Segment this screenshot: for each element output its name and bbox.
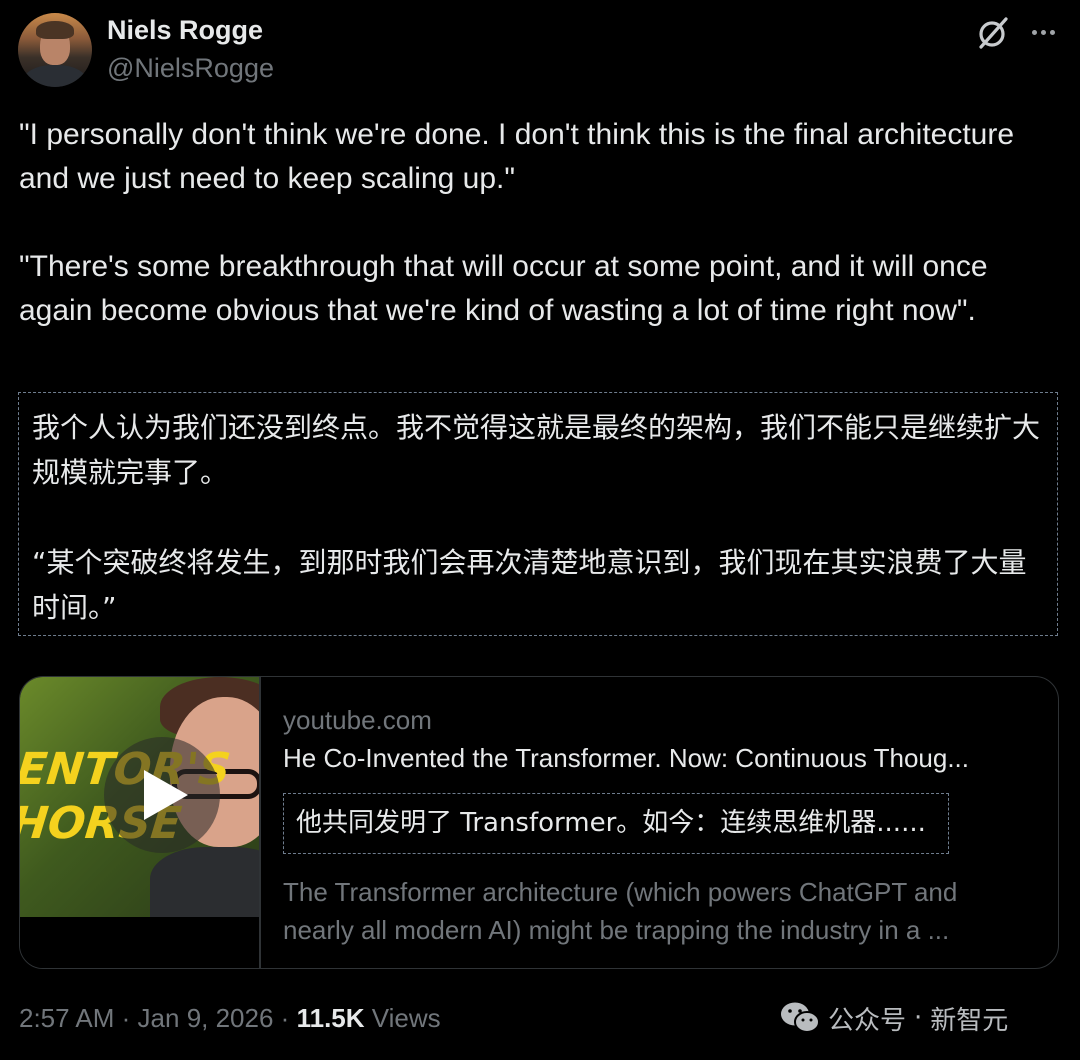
grok-icon[interactable]	[975, 15, 1011, 51]
watermark-dot: ·	[914, 1003, 923, 1033]
wechat-icon	[781, 1002, 820, 1033]
translation-box: 我个人认为我们还没到终点。我不觉得这就是最终的架构，我们不能只是继续扩大规模就完…	[18, 392, 1058, 636]
link-card[interactable]: ENTOR'S HORSE youtube.com He Co-Invented…	[19, 676, 1059, 969]
card-description: The Transformer architecture (which powe…	[283, 873, 1043, 949]
card-divider	[259, 677, 261, 968]
views-count: 11.5K	[296, 1003, 365, 1033]
author-display-name[interactable]: Niels Rogge	[107, 15, 263, 46]
meta-separator: ·	[280, 1003, 290, 1033]
watermark-account-type: 公众号	[828, 1005, 907, 1036]
tweet-time[interactable]: 2:57 AM	[19, 1003, 114, 1033]
translation-paragraph-2: “某个突破终将发生，到那时我们会再次清楚地意识到，我们现在其实浪费了大量时间。”	[32, 546, 1027, 624]
thumbnail-shirt	[150, 847, 259, 917]
tweet-text: "I personally don't think we're done. I …	[19, 113, 1059, 333]
views-label: Views	[371, 1003, 441, 1033]
tweet-paragraph-1: "I personally don't think we're done. I …	[19, 118, 1015, 195]
avatar[interactable]	[18, 13, 92, 87]
play-button[interactable]	[104, 737, 220, 853]
avatar-shoulders	[22, 65, 88, 87]
translation-paragraph-1: 我个人认为我们还没到终点。我不觉得这就是最终的架构，我们不能只是继续扩大规模就完…	[32, 411, 1041, 489]
author-handle[interactable]: @NielsRogge	[107, 53, 274, 84]
tweet-paragraph-2: "There's some breakthrough that will occ…	[19, 250, 988, 327]
meta-separator: ·	[121, 1003, 131, 1033]
more-icon[interactable]	[1027, 18, 1059, 46]
card-title-translation: 他共同发明了 Transformer。如今：连续思维机器......	[283, 793, 949, 854]
card-domain: youtube.com	[283, 705, 432, 735]
play-icon	[144, 770, 188, 820]
card-title[interactable]: He Co-Invented the Transformer. Now: Con…	[283, 743, 1043, 774]
card-description-line-1: The Transformer architecture (which powe…	[283, 877, 958, 907]
watermark-name: 新智元	[930, 1005, 1009, 1036]
watermark: 公众号 · 新智元	[780, 998, 1008, 1038]
card-description-line-2: nearly all modern AI) might be trapping …	[283, 915, 950, 945]
video-thumbnail[interactable]: ENTOR'S HORSE	[20, 677, 259, 917]
avatar-hair	[36, 21, 74, 39]
tweet-meta: 2:57 AM · Jan 9, 2026 · 11.5K Views	[19, 1003, 441, 1034]
tweet-date[interactable]: Jan 9, 2026	[138, 1003, 274, 1033]
thumbnail-strip	[20, 917, 259, 968]
